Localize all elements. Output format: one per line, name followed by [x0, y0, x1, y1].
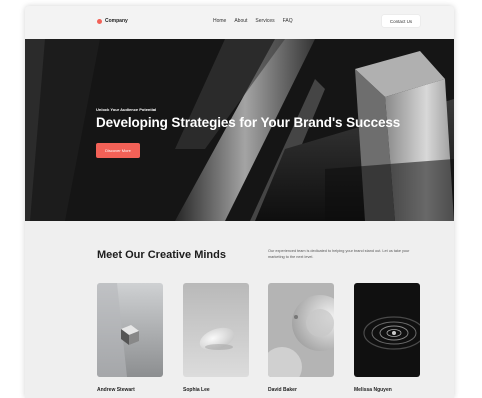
- team-member-name-4: Melissa Nguyen: [354, 387, 392, 393]
- team-member-photo-4[interactable]: [354, 283, 420, 377]
- hero-background-art: [25, 39, 454, 221]
- logo-text: Company: [105, 18, 128, 24]
- hero-section: Unlock Your Audience Potential Developin…: [25, 39, 454, 221]
- contact-us-button[interactable]: Contact Us: [382, 15, 420, 27]
- nav-links: Home About Services FAQ: [213, 18, 293, 24]
- team-member-name-2: Sophia Lee: [183, 387, 210, 393]
- brand-logo[interactable]: Company: [97, 18, 128, 24]
- team-section-title: Meet Our Creative Minds: [97, 249, 226, 261]
- team-member-photo-1[interactable]: [97, 283, 163, 377]
- nav-link-home[interactable]: Home: [213, 18, 226, 24]
- top-navbar: Company Home About Services FAQ Contact …: [25, 6, 454, 39]
- nav-link-about[interactable]: About: [234, 18, 247, 24]
- logo-dot-icon: [97, 18, 102, 24]
- hero-eyebrow: Unlock Your Audience Potential: [96, 107, 157, 112]
- team-member-name-3: David Baker: [268, 387, 297, 393]
- discover-more-button[interactable]: Discover More: [96, 143, 140, 158]
- team-section-description: Our experienced team is dedicated to hel…: [268, 249, 410, 259]
- nav-link-faq[interactable]: FAQ: [283, 18, 293, 24]
- team-member-name-1: Andrew Stewart: [97, 387, 135, 393]
- nav-link-services[interactable]: Services: [255, 18, 274, 24]
- team-member-photo-3[interactable]: [268, 283, 334, 377]
- team-member-photo-2[interactable]: [183, 283, 249, 377]
- landing-page: Company Home About Services FAQ Contact …: [25, 6, 454, 398]
- hero-title: Developing Strategies for Your Brand's S…: [96, 115, 401, 130]
